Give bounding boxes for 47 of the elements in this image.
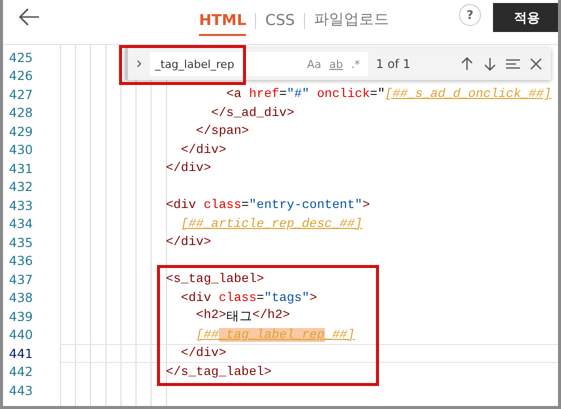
line-number: 442 <box>9 364 33 380</box>
code-line: </s_tag_label> <box>164 364 272 379</box>
line-number: 428 <box>9 105 33 120</box>
code-line: </span> <box>195 124 249 138</box>
line-number: 426 <box>9 68 33 84</box>
line-number: 433 <box>9 198 33 213</box>
search-option[interactable]: .* <box>351 58 360 70</box>
expand-toggle[interactable]: › <box>128 55 150 73</box>
code-line: </div> <box>164 161 212 176</box>
down-arrow-icon[interactable] <box>482 56 498 72</box>
apply-button[interactable]: 적용 <box>493 3 558 32</box>
match-count: 1 of 1 <box>376 57 412 71</box>
code-line: <a href="#" onclick="[##_s_ad_d_onclick_##] <box>225 87 552 102</box>
line-number: 431 <box>9 160 33 176</box>
code-line: </div> <box>180 346 226 360</box>
code-line: [##_article_rep_desc_##] <box>180 216 362 231</box>
line-number: 427 <box>9 86 33 102</box>
editor-tab[interactable]: 파일업로드 <box>314 6 389 36</box>
code-line: <s_tag_label> <box>164 272 264 286</box>
code-line: </s_ad_div> <box>210 106 294 120</box>
editor-tab[interactable]: HTML <box>199 6 246 36</box>
back-arrow-icon[interactable] <box>17 7 41 27</box>
code-line: <h2>태그</h2> <box>195 308 290 325</box>
line-number: 429 <box>9 124 33 139</box>
line-number: 434 <box>9 216 33 232</box>
line-number: 443 <box>9 382 33 398</box>
code-line: <div class="entry-content"> <box>164 198 370 212</box>
up-arrow-icon[interactable] <box>459 56 475 72</box>
close-icon[interactable] <box>528 56 544 72</box>
editor-tab[interactable]: CSS <box>265 6 295 36</box>
search-option[interactable]: Aa <box>307 58 322 70</box>
search-field[interactable]: _tag_label_rep Aa ab .* <box>150 52 368 76</box>
line-number: 438 <box>9 290 33 306</box>
line-number: 432 <box>9 179 33 194</box>
line-number: 441 <box>9 346 33 361</box>
line-number: 440 <box>9 327 33 342</box>
line-number: 436 <box>9 253 33 268</box>
code-line: <div class="tags"> <box>180 290 317 305</box>
help-button[interactable]: ? <box>459 4 481 26</box>
code-line: </div> <box>164 235 212 250</box>
line-number: 425 <box>9 50 33 65</box>
line-number: 430 <box>9 142 33 158</box>
search-option[interactable]: ab <box>329 58 343 70</box>
line-number: 439 <box>9 308 33 324</box>
code-line: </div> <box>180 142 226 157</box>
line-number: 437 <box>9 272 33 287</box>
line-number: 435 <box>9 234 33 250</box>
